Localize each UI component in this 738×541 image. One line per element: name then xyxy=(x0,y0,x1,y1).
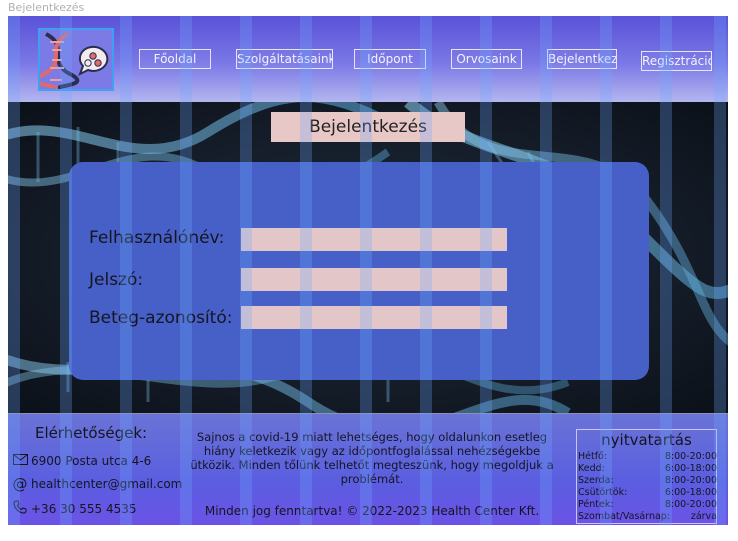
hours-title: nyitvatartás xyxy=(601,431,692,449)
nav-idopont[interactable]: Időpont xyxy=(354,49,426,69)
hours-time: 6:00-18:00 xyxy=(664,487,717,498)
password-label: Jelszó: xyxy=(89,270,144,290)
nav-szolgaltatasaink[interactable]: Szolgáltatásaink xyxy=(236,49,333,69)
phone-row: +36 30 555 4535 xyxy=(12,500,136,517)
contact-title: Elérhetőségek: xyxy=(35,424,148,442)
hours-time: 6:00-18:00 xyxy=(664,463,717,474)
hours-day: Szombat/Vasárnap: xyxy=(578,511,671,522)
nav-regisztracio[interactable]: Regisztráció xyxy=(641,51,712,71)
address-text: 6900 Posta utca 4-6 xyxy=(31,454,152,468)
dna-logo-icon[interactable] xyxy=(34,28,114,91)
hours-day: Kedd: xyxy=(578,463,605,474)
hero-section: Bejelentkezés Felhasználónév: Jelszó: Be… xyxy=(8,102,728,413)
nav-fooldal[interactable]: Főoldal xyxy=(139,49,211,69)
hours-day: Csütörtök: xyxy=(578,487,628,498)
hours-time: 8:00-20:00 xyxy=(664,451,717,462)
hours-day: Péntek: xyxy=(578,499,614,510)
hours-day: Szerda: xyxy=(578,475,614,486)
phone-icon xyxy=(12,500,28,517)
phone-text[interactable]: +36 30 555 4535 xyxy=(31,502,136,516)
email-row: @ healthcenter@gmail.com xyxy=(12,475,183,493)
password-input[interactable] xyxy=(241,268,507,291)
username-input[interactable] xyxy=(241,228,507,251)
hours-time: 8:00-20:00 xyxy=(664,499,717,510)
username-label: Felhasználónév: xyxy=(89,228,225,248)
nav-orvosaink[interactable]: Orvosaink xyxy=(451,49,522,69)
window-title: Bejelentkezés xyxy=(8,1,85,14)
page: Főoldal Szolgáltatásaink Időpont Orvosai… xyxy=(8,16,728,525)
covid-notice: Sajnos a covid-19 miatt lehetséges, hogy… xyxy=(190,430,554,486)
address-row: 6900 Posta utca 4-6 xyxy=(12,454,151,468)
page-title: Bejelentkezés xyxy=(271,112,465,142)
nav-bejelentkezes[interactable]: Bejelentkezés xyxy=(547,49,617,69)
hours-time: 8:00-20:00 xyxy=(664,475,717,486)
hours-day: Hétfő: xyxy=(578,451,608,462)
copyright: Minden jog fenntartva! © 2022-2023 Healt… xyxy=(204,504,540,518)
patient-id-label: Beteg-azonosító: xyxy=(89,308,233,328)
opening-hours-box: nyitvatartás Hétfő: 8:00-20:00 Kedd: 6:00-… xyxy=(576,429,717,524)
hours-time: zárva xyxy=(690,511,717,522)
envelope-icon xyxy=(12,454,28,468)
patient-id-input[interactable] xyxy=(241,306,507,329)
email-text[interactable]: healthcenter@gmail.com xyxy=(31,477,182,491)
at-sign-icon: @ xyxy=(12,475,28,493)
site-header: Főoldal Szolgáltatásaink Időpont Orvosai… xyxy=(8,16,728,103)
site-footer: Elérhetőségek: 6900 Posta utca 4-6 @ hea… xyxy=(8,413,728,525)
